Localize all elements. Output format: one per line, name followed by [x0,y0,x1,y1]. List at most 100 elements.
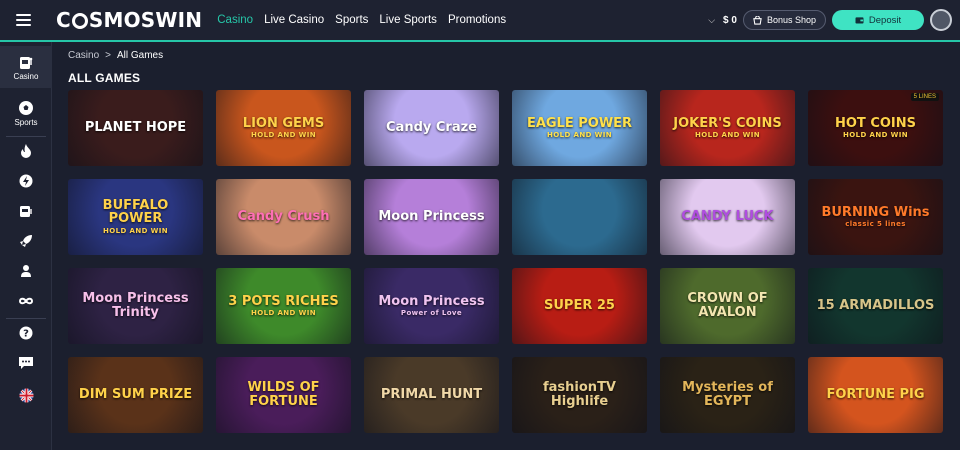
deposit-label: Deposit [868,14,902,26]
game-tile[interactable]: DIM SUM PRIZE [68,357,203,433]
game-title: DIM SUM PRIZE [78,387,193,403]
top-bar: C SMOSWIN Casino Live Casino Sports Live… [0,0,960,42]
game-tile[interactable]: WILDS OF FORTUNE [216,357,351,433]
soccer-ball-icon [19,100,33,115]
game-title: JOKER'S COINS HOLD AND WIN [673,115,782,140]
wallet-icon [855,17,864,24]
game-title: Candy Crush [237,209,330,225]
sidebar-item-label: Casino [13,71,39,81]
logo-text-end: SMOSWIN [88,8,203,32]
sidebar-item-casino[interactable]: Casino [0,46,52,88]
bonus-shop-label: Bonus Shop [766,15,816,25]
sidebar-item-unlimited[interactable] [0,288,52,314]
slot-machine-icon [20,206,32,217]
nav-promotions[interactable]: Promotions [448,14,506,26]
game-title: WILDS OF FORTUNE [247,380,320,409]
game-title: 3 POTS RICHES HOLD AND WIN [228,293,339,318]
menu-icon[interactable] [0,0,46,40]
game-title: FORTUNE PIG [826,387,925,403]
nav-live-sports[interactable]: Live Sports [379,14,437,26]
game-badge: 5 LINES [910,93,939,101]
nav-sports[interactable]: Sports [335,14,368,26]
game-subtitle: HOLD AND WIN [694,131,761,140]
page-title: ALL GAMES [68,71,141,85]
logo[interactable]: C SMOSWIN [56,8,202,32]
balance-dropdown[interactable]: ⌵ $ 0 [708,15,737,26]
game-tile[interactable]: PLANET HOPE [68,90,203,166]
lightning-icon [19,174,33,188]
game-title: PRIMAL HUNT [380,387,483,403]
game-tile[interactable]: LION GEMS HOLD AND WIN [216,90,351,166]
breadcrumb-separator: > [105,50,111,61]
nav-casino[interactable]: Casino [217,14,253,26]
game-tile[interactable]: 15 ARMADILLOS [808,268,943,344]
game-subtitle: HOLD AND WIN [842,131,909,140]
bonus-shop-button[interactable]: Bonus Shop [742,10,826,30]
shop-icon [753,15,762,25]
game-subtitle: HOLD AND WIN [250,309,316,318]
game-tile[interactable]: Moon Princess [364,179,499,255]
game-tile[interactable]: CROWN OF AVALON [660,268,795,344]
game-title: Moon Princess Power of Love [378,293,485,318]
sidebar-item-fast[interactable] [0,168,52,194]
game-tile[interactable]: HOT COINS HOLD AND WIN 5 LINES [808,90,943,166]
game-tile[interactable]: SUPER 25 [512,268,647,344]
game-tile[interactable]: FORTUNE PIG [808,357,943,433]
game-subtitle: HOLD AND WIN [102,226,169,235]
sidebar-item-language[interactable] [0,382,52,408]
sidebar-item-label: Sports [14,117,38,127]
sidebar-item-crash[interactable] [0,228,52,254]
sidebar-item-live-dealer[interactable] [0,258,52,284]
sidebar-item-hot[interactable] [0,138,52,164]
game-title: CROWN OF AVALON [687,291,768,320]
game-tile[interactable]: Candy Craze [364,90,499,166]
game-title: Mysteries of EGYPT [682,380,773,409]
help-icon: ? [19,326,33,340]
game-tile[interactable]: EAGLE POWER HOLD AND WIN [512,90,647,166]
game-subtitle: Power of Love [400,309,463,318]
fire-icon [21,144,31,158]
game-tile[interactable]: BURNING Wins classic 5 lines [808,179,943,255]
game-tile[interactable]: fashionTV Highlife [512,357,647,433]
sidebar-item-sports[interactable]: Sports [0,92,52,134]
game-title: Candy Craze [386,120,477,136]
game-tile[interactable]: BUFFALO POWER HOLD AND WIN [68,179,203,255]
nav-live-casino[interactable]: Live Casino [264,14,324,26]
deposit-button[interactable]: Deposit [832,10,924,30]
game-tile[interactable] [512,179,647,255]
game-subtitle: HOLD AND WIN [546,131,613,140]
main-nav: Casino Live Casino Sports Live Sports Pr… [217,14,506,26]
game-tile[interactable]: Moon Princess Trinity [68,268,203,344]
logo-text-start: C [56,8,71,32]
game-tile[interactable]: CANDY LUCK [660,179,795,255]
game-tile[interactable]: Mysteries of EGYPT [660,357,795,433]
uk-flag-icon [18,387,34,403]
sidebar-divider [6,318,46,319]
game-subtitle: classic 5 lines [845,220,906,229]
game-tile[interactable]: Moon Princess Power of Love [364,268,499,344]
sidebar: Casino Sports ? [0,42,52,450]
game-tile[interactable]: Candy Crush [216,179,351,255]
chevron-down-icon: ⌵ [708,14,716,25]
slot-machine-icon [20,56,33,69]
game-tile[interactable]: PRIMAL HUNT [364,357,499,433]
balance-amount: $ 0 [723,14,737,26]
game-title: BUFFALO POWER HOLD AND WIN [68,198,203,236]
game-title: fashionTV Highlife [543,380,616,409]
sidebar-item-help[interactable]: ? [0,320,52,346]
game-tile[interactable]: JOKER'S COINS HOLD AND WIN [660,90,795,166]
game-subtitle: HOLD AND WIN [250,131,317,140]
game-title: BURNING Wins classic 5 lines [821,204,930,229]
logo-ring-icon [71,13,88,29]
breadcrumb-casino[interactable]: Casino [68,50,99,61]
sidebar-item-chat[interactable] [0,350,52,376]
header-actions: ⌵ $ 0 Bonus Shop Deposit [708,0,952,40]
game-tile[interactable]: 3 POTS RICHES HOLD AND WIN [216,268,351,344]
game-title: PLANET HOPE [84,120,187,136]
svg-text:?: ? [23,329,29,340]
game-title: LION GEMS HOLD AND WIN [242,115,325,140]
breadcrumb-current: All Games [116,50,164,61]
avatar[interactable] [930,9,952,31]
game-title: Moon Princess [378,209,485,225]
sidebar-item-slots[interactable] [0,198,52,224]
